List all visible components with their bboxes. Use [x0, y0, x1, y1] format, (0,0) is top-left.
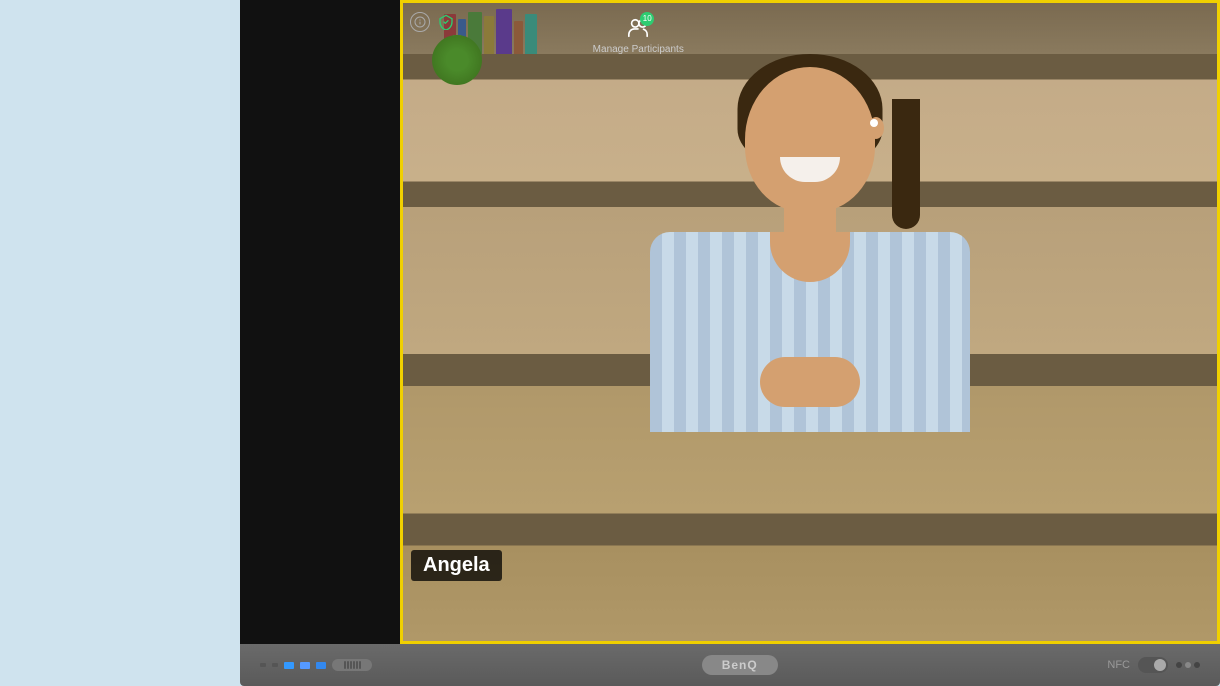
speaker-dot-3: [350, 661, 352, 669]
video-left-panel: [240, 0, 400, 644]
monitor-bezel: BenQ NFC: [240, 644, 1220, 686]
video-background: Angela: [403, 3, 1217, 641]
indicator-dots: [1176, 662, 1200, 668]
bezel-ports: [260, 659, 372, 671]
shield-security-icon: [436, 12, 456, 32]
dot-2: [1185, 662, 1191, 668]
usb-port-blue-3: [316, 662, 326, 669]
info-icons: [410, 12, 456, 32]
port-1: [260, 663, 266, 667]
monitor-screen: Angela Mute ▲: [240, 0, 1220, 644]
speaker-dot-6: [359, 661, 361, 669]
brand-label: BenQ: [702, 655, 778, 675]
dot-1: [1176, 662, 1182, 668]
dot-3: [1194, 662, 1200, 668]
participants-icon: 10: [626, 16, 650, 40]
person-figure: [570, 3, 1050, 641]
info-icon: [410, 12, 430, 32]
usb-port-blue: [284, 662, 294, 669]
main-video-feed: Angela: [400, 0, 1220, 644]
power-toggle[interactable]: [1138, 657, 1168, 673]
bezel-right: NFC: [1107, 657, 1200, 673]
speaker-dot-5: [356, 661, 358, 669]
usb-port-blue-2: [300, 662, 310, 669]
speaker-dot-2: [347, 661, 349, 669]
participant-name-label: Angela: [411, 550, 502, 581]
manage-participants-button[interactable]: 10 Manage Participants: [583, 10, 694, 61]
participants-badge: 10: [640, 12, 654, 26]
monitor: Angela Mute ▲: [240, 0, 1220, 686]
speaker-dot: [344, 661, 346, 669]
speaker-grille: [332, 659, 372, 671]
manage-participants-label: Manage Participants: [593, 44, 684, 55]
speaker-dot-4: [353, 661, 355, 669]
port-2: [272, 663, 278, 667]
nfc-icon: NFC: [1107, 659, 1130, 671]
